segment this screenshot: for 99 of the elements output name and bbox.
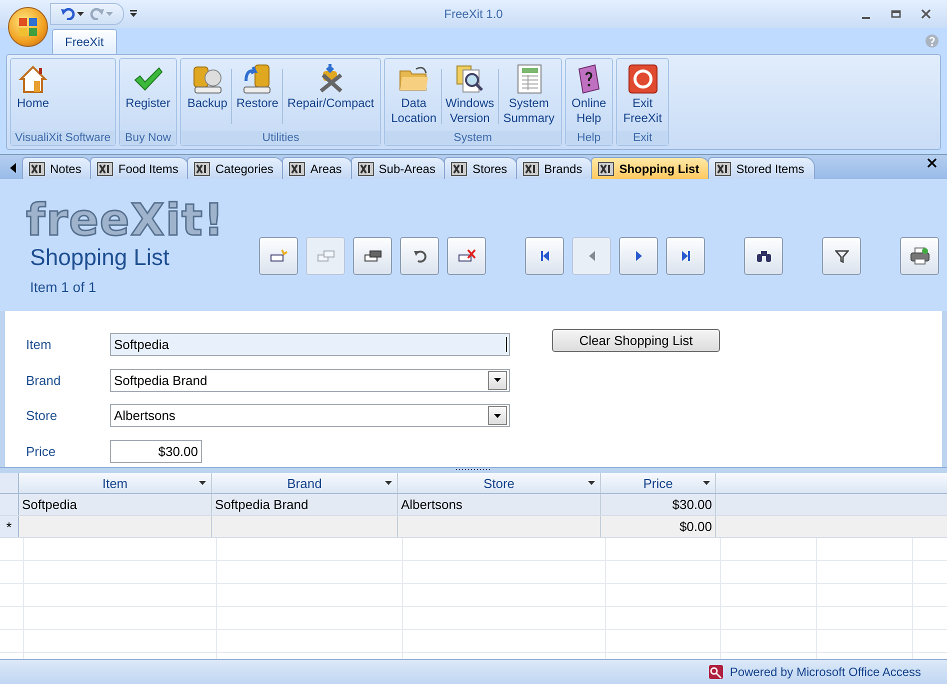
field-label: Item bbox=[26, 336, 52, 352]
form-icon bbox=[523, 162, 540, 176]
table-cell: $30.00 bbox=[601, 494, 716, 515]
toolbar-button[interactable] bbox=[666, 237, 705, 275]
toolbar-button[interactable] bbox=[353, 237, 392, 275]
customize-menu-icon[interactable] bbox=[130, 10, 137, 18]
document-tab[interactable]: Stores bbox=[444, 157, 518, 179]
ribbon-button[interactable]: Repair/Compact bbox=[283, 61, 378, 112]
filter-caret-icon[interactable] bbox=[385, 481, 392, 485]
form-icon bbox=[715, 162, 732, 176]
column-header[interactable]: Price bbox=[601, 473, 716, 493]
ribbon-button[interactable]: Register bbox=[122, 61, 174, 112]
table-cell: Softpedia Brand bbox=[212, 494, 398, 515]
ribbon-button[interactable]: Backup bbox=[183, 61, 232, 112]
status-text: Powered by Microsoft Office Access bbox=[730, 665, 921, 679]
undo-icon bbox=[412, 249, 426, 263]
stop-icon bbox=[626, 63, 659, 95]
form-icon bbox=[358, 162, 374, 176]
record-counter: Item 1 of 1 bbox=[30, 279, 98, 295]
group-label: VisualiXit Software bbox=[11, 131, 115, 145]
copy-record-icon bbox=[316, 249, 334, 263]
field-label: Price bbox=[26, 444, 57, 460]
ribbon-button[interactable]: Data Location bbox=[387, 61, 440, 127]
ribbon-button[interactable]: Restore bbox=[232, 61, 282, 112]
caret-icon[interactable] bbox=[77, 12, 84, 16]
ribbon-button[interactable]: System Summary bbox=[499, 61, 559, 127]
document-tab[interactable]: Areas bbox=[282, 157, 353, 179]
printer-icon bbox=[910, 247, 930, 265]
logo: freeXit! bbox=[26, 199, 226, 243]
new-record-marker[interactable]: * bbox=[0, 516, 19, 537]
group-label: Help bbox=[566, 131, 612, 145]
group-label: Exit bbox=[617, 131, 668, 145]
document-tab[interactable]: Food Items bbox=[90, 157, 190, 179]
group-label: Buy Now bbox=[120, 131, 176, 145]
table-cell: Albertsons bbox=[398, 494, 601, 515]
form-icon bbox=[194, 162, 210, 176]
combo-box[interactable]: Softpedia Brand bbox=[110, 368, 510, 392]
clear-list-button[interactable]: Clear Shopping List bbox=[552, 329, 720, 352]
document-tab[interactable]: Brands bbox=[516, 157, 594, 179]
dropdown-arrow-icon[interactable] bbox=[494, 378, 501, 382]
document-tab[interactable]: Categories bbox=[187, 157, 284, 179]
splitter-grip-icon[interactable] bbox=[456, 468, 492, 471]
field-label: Brand bbox=[26, 372, 62, 388]
undo-button[interactable] bbox=[61, 8, 84, 20]
table-cell: Softpedia bbox=[19, 494, 212, 515]
ribbon-button[interactable]: Home bbox=[13, 61, 54, 112]
form-icon bbox=[29, 162, 45, 176]
toolbar-button[interactable] bbox=[400, 237, 439, 275]
column-header[interactable]: Store bbox=[398, 473, 601, 493]
close-icon[interactable] bbox=[927, 158, 937, 168]
binoculars-icon bbox=[756, 249, 772, 263]
house-icon bbox=[17, 63, 49, 95]
toolbar-button[interactable] bbox=[259, 237, 298, 275]
squares-icon bbox=[17, 16, 39, 38]
delete-record-icon bbox=[458, 249, 476, 263]
first-record-icon bbox=[538, 250, 550, 262]
form-icon bbox=[289, 162, 306, 176]
ribbon-button[interactable]: Exit FreeXit bbox=[619, 61, 666, 127]
form-icon bbox=[97, 162, 114, 176]
group-label: System bbox=[385, 131, 561, 145]
database-arrow-icon bbox=[241, 63, 274, 95]
input-field[interactable]: $30.00 bbox=[110, 440, 202, 464]
input-field[interactable]: Softpedia bbox=[110, 332, 510, 356]
maximize-icon bbox=[891, 9, 901, 19]
filter-caret-icon[interactable] bbox=[703, 481, 710, 485]
document-tab[interactable]: Shopping List bbox=[591, 157, 710, 179]
toolbar-button[interactable] bbox=[822, 237, 861, 275]
filter-caret-icon[interactable] bbox=[199, 481, 206, 485]
toolbar-button[interactable] bbox=[525, 237, 564, 275]
form-icon bbox=[451, 162, 468, 176]
toolbar-button[interactable] bbox=[447, 237, 486, 275]
combo-box[interactable]: Albertsons bbox=[110, 404, 510, 428]
window-title: FreeXit 1.0 bbox=[444, 7, 503, 21]
save-record-icon bbox=[364, 249, 382, 263]
new-record-icon bbox=[270, 249, 288, 263]
document-tab[interactable]: Sub-Areas bbox=[350, 157, 446, 179]
column-header[interactable]: Item bbox=[19, 473, 212, 493]
ribbon-button[interactable]: Windows Version bbox=[442, 61, 498, 127]
form-title: Shopping List bbox=[30, 243, 170, 271]
field-label: Store bbox=[26, 408, 58, 424]
last-record-icon bbox=[680, 250, 692, 262]
table-cell: $0.00 bbox=[601, 516, 716, 537]
left-arrow-icon bbox=[10, 163, 16, 173]
toolbar-button[interactable] bbox=[900, 237, 939, 275]
document-tab[interactable]: Notes bbox=[22, 157, 92, 179]
documents-magnifier-icon bbox=[454, 63, 486, 95]
document-tab[interactable]: Stored Items bbox=[708, 157, 816, 179]
column-header[interactable]: Brand bbox=[212, 473, 398, 493]
form-icon bbox=[598, 162, 614, 176]
close-icon bbox=[921, 9, 931, 19]
ribbon-button[interactable]: Online Help bbox=[568, 61, 610, 127]
dropdown-arrow-icon[interactable] bbox=[494, 414, 501, 418]
filter-icon bbox=[834, 249, 848, 263]
group-label: Utilities bbox=[181, 131, 380, 145]
ribbon-tab[interactable]: FreeXit bbox=[52, 29, 117, 54]
filter-caret-icon[interactable] bbox=[588, 481, 595, 485]
office-button[interactable] bbox=[8, 7, 48, 47]
minimize-icon bbox=[862, 17, 870, 19]
toolbar-button[interactable] bbox=[744, 237, 783, 275]
